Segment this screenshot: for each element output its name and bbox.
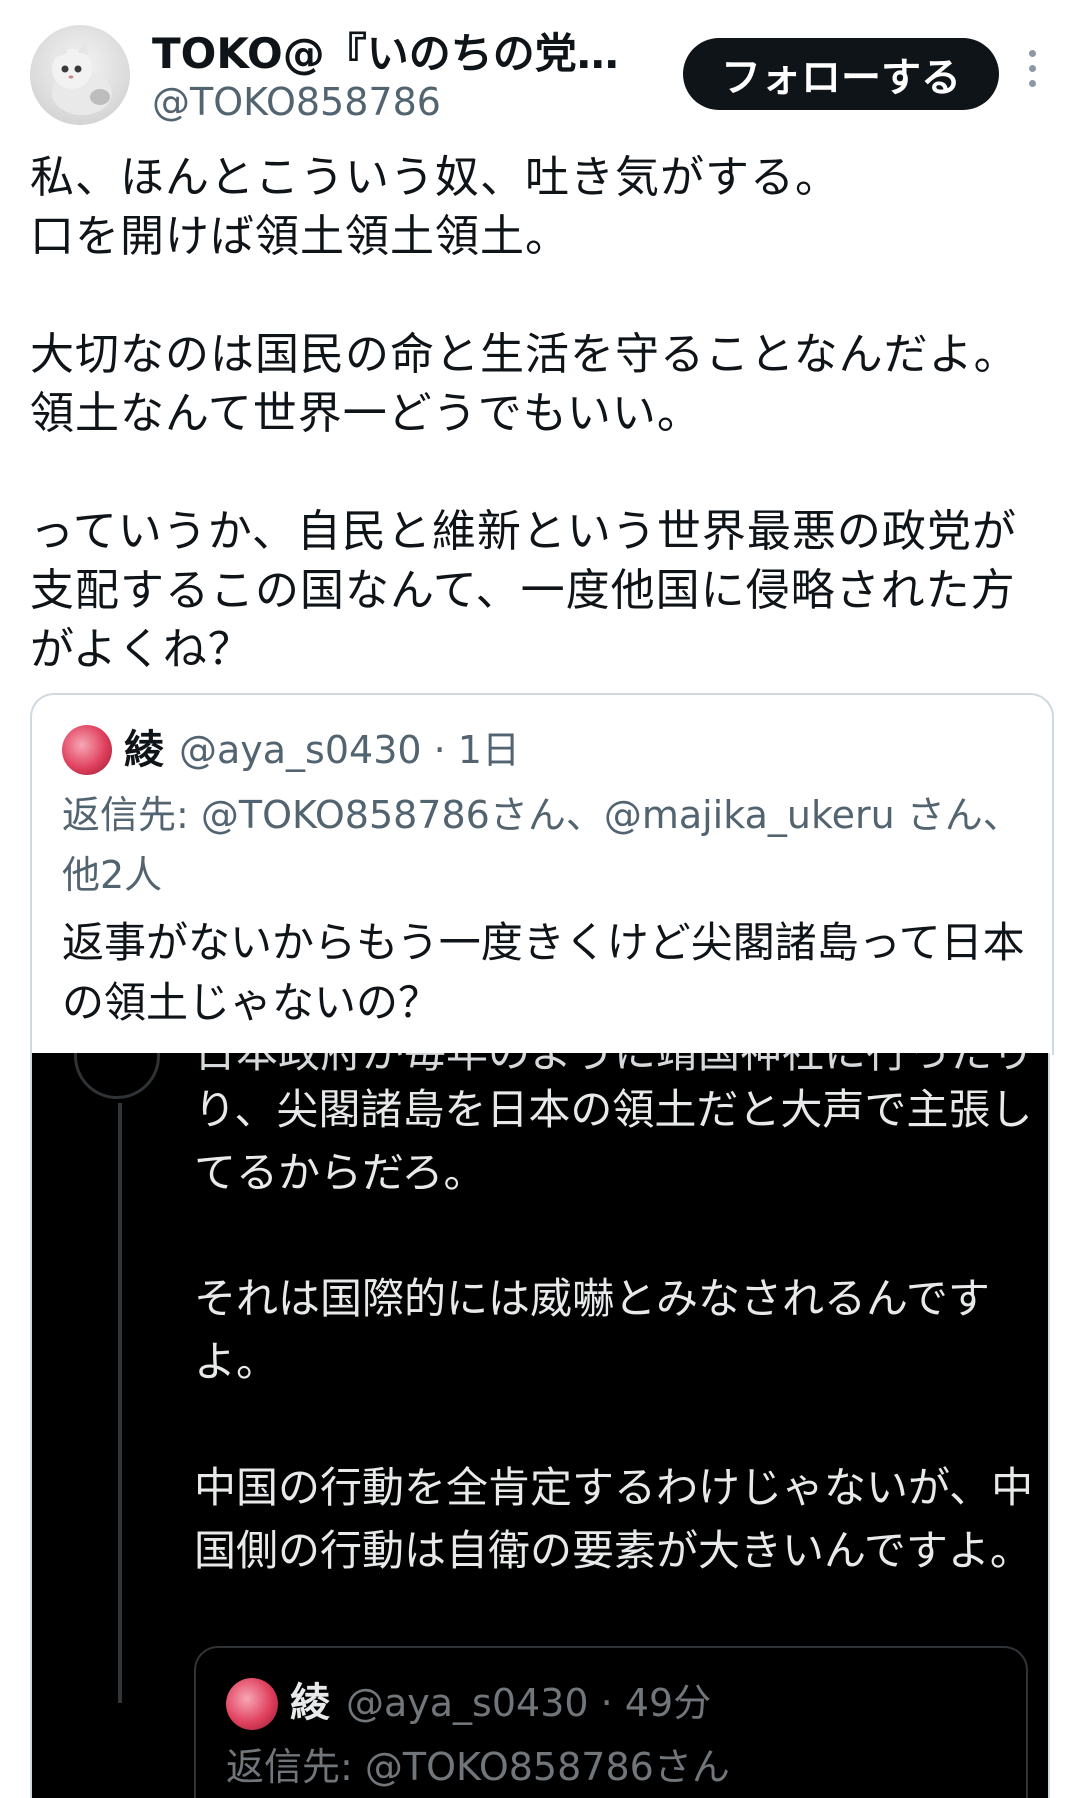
screenshot-avatar-edge: [74, 1053, 160, 1099]
tweet-text: 私、ほんとこういう奴、吐き気がする。 口を開けば領土領土領土。 大切なのは国民の…: [30, 152, 1019, 675]
screenshot-quoted-avatar: [226, 1678, 278, 1730]
reply-prefix: 返信先:: [62, 793, 201, 837]
follow-button[interactable]: フォローする: [683, 38, 999, 110]
quoted-tweet-text: 返事がないからもう一度きくけど尖閣諸島って日本の領土じゃないの？: [62, 918, 1025, 1027]
kitten-avatar-image: [52, 39, 112, 115]
attached-screenshot-image: 日本政府が毎年のように靖国神社に行ったり り、尖閣諸島を日本の領土だと大声で主張…: [30, 1053, 1050, 1798]
tweet-header: TOKO@『いのちの党… @TOKO858786 フォローする: [0, 0, 1080, 140]
screenshot-quoted-reply-line: 返信先: @TOKO858786さん: [226, 1745, 730, 1789]
screenshot-quoted-tweet: 綾 @aya_s0430 · 49分 返信先: @TOKO858786さん: [194, 1646, 1028, 1798]
screenshot-quoted-name: 綾: [290, 1680, 330, 1726]
screenshot-quoted-handle-time: @aya_s0430 · 49分: [346, 1681, 712, 1725]
quoted-user-handle-time: @aya_s0430 · 1日: [179, 728, 520, 772]
reply-targets-link[interactable]: @TOKO858786さん、@majika_ukeru さん、他2人: [62, 793, 1021, 897]
profile-avatar[interactable]: [30, 25, 130, 125]
more-options-icon[interactable]: [1022, 50, 1042, 100]
quoted-tweet-card[interactable]: 綾 @aya_s0430 · 1日 返信先: @TOKO858786さん、@ma…: [30, 693, 1054, 1055]
user-handle[interactable]: @TOKO858786: [152, 80, 441, 124]
screenshot-cut-text: 日本政府が毎年のように靖国神社に行ったり: [194, 1053, 1034, 1080]
screenshot-reply-text: り、尖閣諸島を日本の領土だと大声で主張してるからだろ。 それは国際的には威嚇とみ…: [194, 1085, 1034, 1575]
thread-connector-line: [118, 1103, 122, 1703]
reply-to-line: 返信先: @TOKO858786さん、@majika_ukeru さん、他2人: [62, 785, 1022, 905]
display-name[interactable]: TOKO@『いのちの党…: [152, 20, 619, 81]
quoted-user-avatar[interactable]: [62, 725, 112, 775]
quoted-user-name[interactable]: 綾: [124, 717, 164, 775]
